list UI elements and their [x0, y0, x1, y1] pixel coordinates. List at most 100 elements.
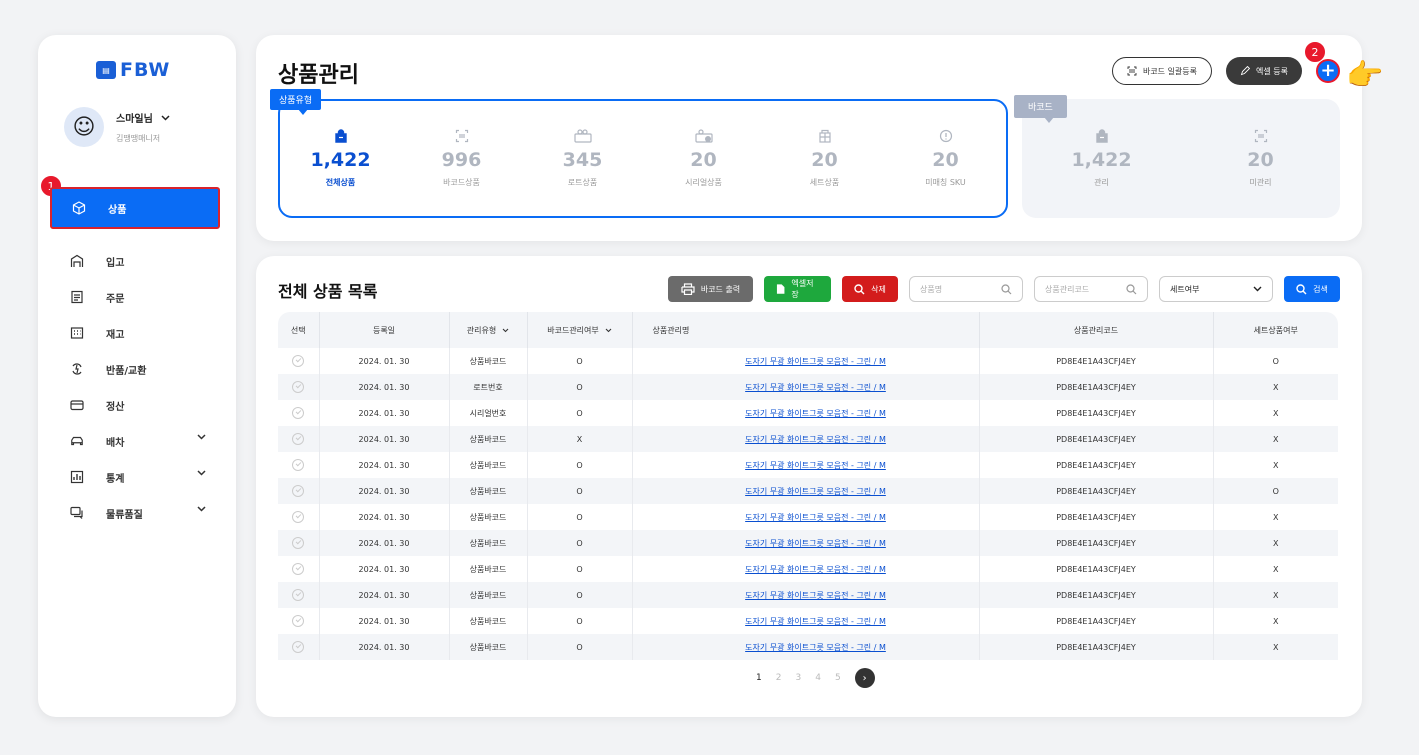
product-name-link[interactable]: 도자기 무광 화이트그릇 모음전 - 그린 / M	[745, 565, 886, 574]
product-name-link[interactable]: 도자기 무광 화이트그릇 모음전 - 그린 / M	[745, 591, 886, 600]
search-button[interactable]: 검색	[1284, 276, 1340, 302]
stat-set-products[interactable]: 20 세트상품	[764, 129, 885, 188]
stat-managed[interactable]: 1,422 관리	[1022, 129, 1181, 188]
cell-name: 도자기 무광 화이트그릇 모음전 - 그린 / M	[632, 426, 980, 452]
row-checkbox[interactable]	[292, 485, 305, 497]
page-title: 상품관리	[278, 63, 359, 88]
sidebar-item-inventory[interactable]: 재고	[50, 315, 220, 351]
row-checkbox[interactable]	[292, 563, 305, 575]
summary-card: 상품관리 바코드 일괄등록 엑셀 등록 2 + 상품유형 1,422 전체상품 …	[256, 35, 1362, 241]
delete-button[interactable]: 삭제	[842, 276, 898, 302]
row-checkbox[interactable]	[292, 615, 305, 627]
row-checkbox[interactable]	[292, 407, 305, 419]
bag-icon	[280, 129, 401, 145]
grid-icon	[70, 326, 84, 340]
row-checkbox[interactable]	[292, 537, 305, 549]
page-1[interactable]: 1	[756, 673, 762, 683]
add-product-button[interactable]: +	[1316, 59, 1340, 83]
product-name-link[interactable]: 도자기 무광 화이트그릇 모음전 - 그린 / M	[745, 487, 886, 496]
excel-save-button[interactable]: 엑셀저장	[764, 276, 831, 302]
next-page-button[interactable]: ›	[854, 668, 875, 688]
cell-date: 2024. 01. 30	[319, 504, 450, 530]
cell-type: 상품바코드	[449, 582, 528, 608]
product-name-link[interactable]: 도자기 무광 화이트그릇 모음전 - 그린 / M	[745, 409, 886, 418]
chevron-down-icon[interactable]	[197, 506, 206, 512]
column-header-barcode[interactable]: 바코드관리여부	[527, 312, 633, 348]
table-row: 2024. 01. 30 로트번호 O 도자기 무광 화이트그릇 모음전 - 그린 /…	[278, 374, 1338, 400]
sidebar-item-dispatch[interactable]: 배차	[50, 423, 220, 459]
product-name-link[interactable]: 도자기 무광 화이트그릇 모음전 - 그린 / M	[745, 539, 886, 548]
sidebar-item-inbound[interactable]: 입고	[50, 243, 220, 279]
stat-lot-products[interactable]: 345 로트상품	[522, 129, 643, 188]
cell-barcode: O	[527, 556, 633, 582]
page-2[interactable]: 2	[776, 673, 782, 683]
row-select-cell	[278, 634, 320, 660]
stat-all-products[interactable]: 1,422 전체상품	[280, 129, 401, 188]
stat-barcode-products[interactable]: 996 바코드상품	[401, 129, 522, 188]
cell-type: 상품바코드	[449, 426, 528, 452]
search-icon	[1126, 283, 1137, 294]
logo[interactable]: ▤ FBW	[96, 59, 170, 81]
barcode-bulk-register-button[interactable]: 바코드 일괄등록	[1111, 57, 1213, 85]
set-filter-select[interactable]: 세트여부	[1159, 276, 1273, 302]
stat-unmanaged[interactable]: 20 미관리	[1181, 129, 1340, 188]
sidebar-item-returns[interactable]: 반품/교환	[50, 351, 220, 387]
column-header-date: 등록일	[319, 312, 450, 348]
product-name-link[interactable]: 도자기 무광 화이트그릇 모음전 - 그린 / M	[745, 617, 886, 626]
logo-text: FBW	[120, 59, 171, 81]
product-name-link[interactable]: 도자기 무광 화이트그릇 모음전 - 그린 / M	[745, 357, 886, 366]
sidebar-item-statistics[interactable]: 통계	[50, 459, 220, 495]
cell-code: PD8E4E1A43CFJ4EY	[979, 374, 1214, 400]
cell-date: 2024. 01. 30	[319, 348, 450, 374]
excel-register-button[interactable]: 엑셀 등록	[1226, 57, 1302, 85]
row-checkbox[interactable]	[292, 433, 305, 445]
row-checkbox[interactable]	[292, 641, 305, 653]
column-header-type[interactable]: 관리유형	[449, 312, 528, 348]
sidebar-item-logistics-quality[interactable]: 물류품질	[50, 495, 220, 531]
product-name-link[interactable]: 도자기 무광 화이트그릇 모음전 - 그린 / M	[745, 643, 886, 652]
product-name-search-input[interactable]: 상품명	[909, 276, 1023, 302]
car-icon	[70, 434, 84, 448]
product-name-link[interactable]: 도자기 무광 화이트그릇 모음전 - 그린 / M	[745, 435, 886, 444]
product-name-link[interactable]: 도자기 무광 화이트그릇 모음전 - 그린 / M	[745, 383, 886, 392]
user-profile[interactable]: ☺ 스마일님 김땡땡매니저	[64, 107, 170, 147]
search-icon	[1296, 283, 1307, 294]
row-checkbox[interactable]	[292, 355, 305, 367]
cell-type: 상품바코드	[449, 556, 528, 582]
row-checkbox[interactable]	[292, 459, 305, 471]
row-checkbox[interactable]	[292, 381, 305, 393]
chevron-down-icon[interactable]	[197, 470, 206, 476]
product-name-link[interactable]: 도자기 무광 화이트그릇 모음전 - 그린 / M	[745, 461, 886, 470]
chevron-down-icon[interactable]	[197, 434, 206, 440]
row-select-cell	[278, 400, 320, 426]
stat-label: 로트상품	[567, 178, 598, 187]
avatar: ☺	[64, 107, 104, 147]
print-barcode-button[interactable]: 바코드 출력	[668, 276, 753, 302]
row-checkbox[interactable]	[292, 511, 305, 523]
chevron-down-icon	[605, 328, 612, 332]
profile-role: 김땡땡매니저	[116, 134, 161, 143]
stat-value: 345	[562, 149, 603, 171]
cell-type: 상품바코드	[449, 452, 528, 478]
profile-name: 스마일님	[116, 114, 153, 125]
product-list-card: 전체 상품 목록 바코드 출력 엑셀저장 삭제 상품명 상품관리코드 세트여부	[256, 256, 1362, 717]
sidebar-item-products[interactable]: 상품	[50, 187, 220, 229]
page-5[interactable]: 5	[835, 673, 841, 683]
chevron-down-icon[interactable]	[161, 114, 170, 121]
row-select-cell	[278, 374, 320, 400]
sidebar-item-orders[interactable]: 주문	[50, 279, 220, 315]
row-checkbox[interactable]	[292, 589, 305, 601]
product-code-search-input[interactable]: 상품관리코드	[1034, 276, 1148, 302]
page-4[interactable]: 4	[815, 673, 821, 683]
page-3[interactable]: 3	[795, 673, 801, 683]
cell-barcode: O	[527, 400, 633, 426]
exchange-icon	[70, 362, 84, 376]
stat-label: 관리	[1094, 178, 1109, 187]
stat-unmatched-sku[interactable]: 20 미매칭 SKU	[885, 129, 1006, 188]
stat-serial-products[interactable]: 20 시리얼상품	[643, 129, 764, 188]
cell-barcode: O	[527, 608, 633, 634]
sidebar-item-settlement[interactable]: 정산	[50, 387, 220, 423]
cell-barcode: O	[527, 504, 633, 530]
product-name-link[interactable]: 도자기 무광 화이트그릇 모음전 - 그린 / M	[745, 513, 886, 522]
box-icon	[72, 201, 86, 215]
